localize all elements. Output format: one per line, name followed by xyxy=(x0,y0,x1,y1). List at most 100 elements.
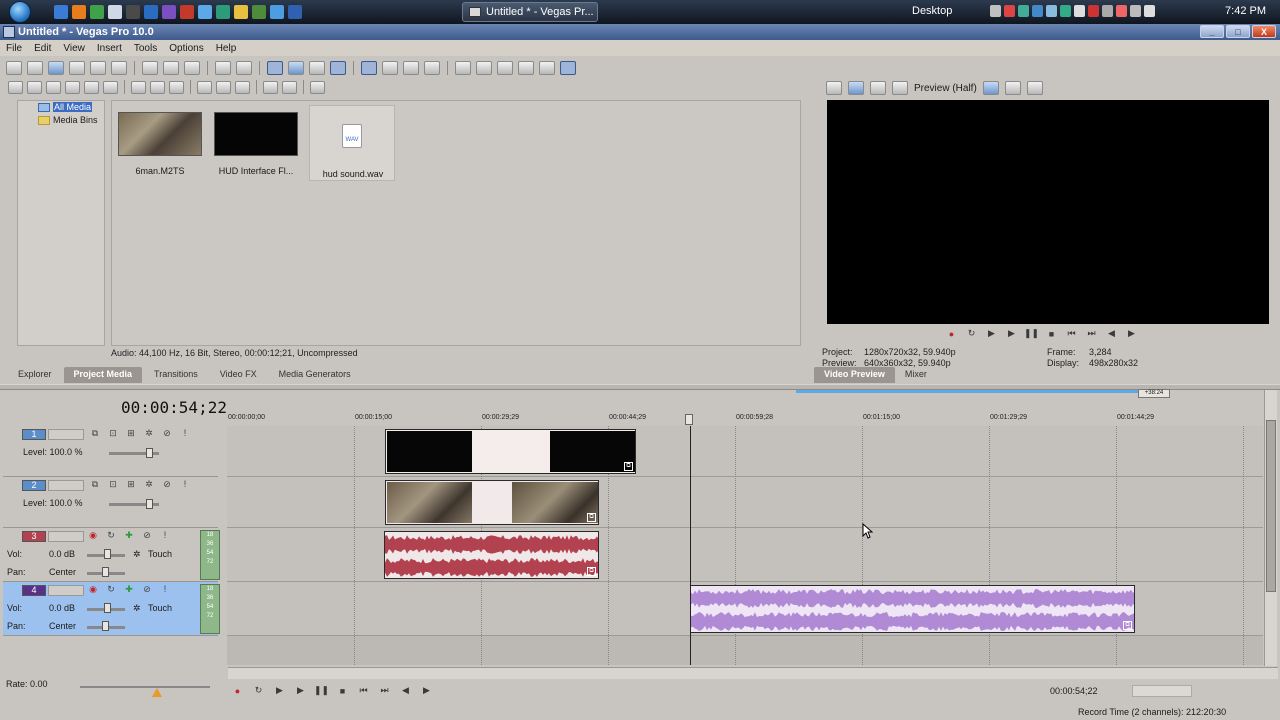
copy-icon[interactable] xyxy=(163,61,179,75)
record-icon[interactable]: ● xyxy=(231,684,244,697)
lock-envelopes-icon[interactable] xyxy=(403,61,419,75)
media-clip-6man[interactable]: 6man.M2TS xyxy=(118,112,202,176)
tray-icon[interactable] xyxy=(1018,5,1029,17)
play-from-start-icon[interactable]: ▶ xyxy=(273,684,286,697)
start-button[interactable] xyxy=(0,0,40,24)
tab-video-preview[interactable]: Video Preview xyxy=(814,367,895,383)
external-monitor-icon[interactable] xyxy=(848,81,864,95)
quicklaunch-icon[interactable] xyxy=(270,5,284,19)
quicklaunch-icon[interactable] xyxy=(216,5,230,19)
explorer-icon[interactable] xyxy=(497,61,513,75)
menu-tools[interactable]: Tools xyxy=(134,43,157,54)
quicklaunch-icon[interactable] xyxy=(234,5,248,19)
timeline-tracks-area[interactable]: ⧉ ⧉ ⧉ ⧉ xyxy=(227,426,1263,665)
volume-slider-knob[interactable] xyxy=(104,603,111,613)
search-icon[interactable] xyxy=(310,80,325,94)
track-header-video-1[interactable]: 1 ⧉ ⊡ ⊞ ✲ ⊘ ! Level: 100.0 % xyxy=(3,426,218,477)
composite-mode-icon[interactable]: ⧉ xyxy=(89,479,101,490)
stop-preview-icon[interactable] xyxy=(216,80,231,94)
automation-mode-dropdown[interactable]: Touch xyxy=(148,549,172,559)
settings-icon[interactable] xyxy=(455,61,471,75)
vegas-app-icon[interactable] xyxy=(3,26,15,38)
play-from-start-icon[interactable]: ▶ xyxy=(985,327,998,340)
record-icon[interactable]: ● xyxy=(945,327,958,340)
mute-icon[interactable]: ⊘ xyxy=(161,428,173,439)
rate-slider[interactable] xyxy=(80,686,210,688)
quicklaunch-icon[interactable] xyxy=(180,5,194,19)
track-name-field[interactable] xyxy=(48,531,84,542)
timeline-horizontal-scrollbar[interactable] xyxy=(228,667,1278,679)
arm-for-record-icon[interactable]: ◉ xyxy=(87,584,99,595)
automation-mode-dropdown[interactable]: Touch xyxy=(148,603,172,613)
plugin-manager-icon[interactable] xyxy=(476,61,492,75)
play-icon[interactable]: ▶ xyxy=(1005,327,1018,340)
tray-icon[interactable] xyxy=(1060,5,1071,17)
tray-icon[interactable] xyxy=(1046,5,1057,17)
invert-phase-icon[interactable]: ↻ xyxy=(105,530,117,541)
volume-slider-knob[interactable] xyxy=(104,549,111,559)
auto-preview-icon[interactable] xyxy=(235,80,250,94)
capture-video-icon[interactable] xyxy=(27,80,42,94)
render-as-icon[interactable] xyxy=(90,61,106,75)
quicklaunch-icon[interactable] xyxy=(108,5,122,19)
play-icon[interactable]: ▶ xyxy=(294,684,307,697)
solo-icon[interactable]: ! xyxy=(159,584,171,595)
preview-quality-dropdown[interactable]: Preview (Half) xyxy=(914,83,977,94)
menu-help[interactable]: Help xyxy=(216,43,237,54)
go-to-end-icon[interactable]: ⏭ xyxy=(1085,327,1098,340)
video-preview-properties-icon[interactable] xyxy=(826,81,842,95)
quicklaunch-icon[interactable] xyxy=(72,5,86,19)
invert-phase-icon[interactable]: ↻ xyxy=(105,584,117,595)
paste-icon[interactable] xyxy=(184,61,200,75)
loop-region-bar[interactable] xyxy=(796,390,1138,393)
tray-icon[interactable] xyxy=(1088,5,1099,17)
open-icon[interactable] xyxy=(27,61,43,75)
pause-icon[interactable]: ❚❚ xyxy=(1024,327,1039,340)
network-icon[interactable] xyxy=(1130,5,1141,17)
track-name-field[interactable] xyxy=(48,429,84,440)
tab-media-generators[interactable]: Media Generators xyxy=(269,367,361,383)
stop-icon[interactable]: ■ xyxy=(336,684,349,697)
stop-icon[interactable]: ■ xyxy=(1045,327,1058,340)
pan-slider-knob[interactable] xyxy=(102,621,109,631)
split-screen-icon[interactable] xyxy=(892,81,908,95)
desktop-toolbar-label[interactable]: Desktop xyxy=(912,5,952,17)
composite-mode-icon[interactable]: ⧉ xyxy=(89,428,101,439)
extract-audio-icon[interactable] xyxy=(65,80,80,94)
tree-item-media-bins[interactable]: Media Bins xyxy=(38,115,98,125)
track-lane-video-1[interactable] xyxy=(227,426,1263,477)
media-properties-icon[interactable] xyxy=(150,80,165,94)
properties-icon[interactable] xyxy=(111,61,127,75)
preview-fx-icon[interactable] xyxy=(870,81,886,95)
menu-view[interactable]: View xyxy=(63,43,85,54)
solo-icon[interactable]: ! xyxy=(179,428,191,439)
mute-icon[interactable]: ⊘ xyxy=(161,479,173,490)
track-fx-icon[interactable]: ✚ xyxy=(123,584,135,595)
event-fx-icon[interactable]: ⧉ xyxy=(624,462,633,471)
trimmer-icon[interactable] xyxy=(518,61,534,75)
quicklaunch-icon[interactable] xyxy=(144,5,158,19)
auto-ripple-icon[interactable] xyxy=(330,61,346,75)
envelope-tool-icon[interactable] xyxy=(288,61,304,75)
next-frame-icon[interactable]: ▶ xyxy=(420,684,433,697)
event-fx-icon[interactable]: ⧉ xyxy=(587,513,596,522)
previous-frame-icon[interactable]: ◀ xyxy=(399,684,412,697)
scrollbar-thumb[interactable] xyxy=(1266,420,1276,592)
quicklaunch-icon[interactable] xyxy=(198,5,212,19)
snapping-icon[interactable] xyxy=(361,61,377,75)
loop-playback-icon[interactable]: ↻ xyxy=(252,684,265,697)
tab-mixer[interactable]: Mixer xyxy=(895,367,937,383)
pause-icon[interactable]: ❚❚ xyxy=(314,684,329,697)
media-fx-icon[interactable] xyxy=(169,80,184,94)
track-motion-icon[interactable]: ⊡ xyxy=(107,479,119,490)
previous-frame-icon[interactable]: ◀ xyxy=(1105,327,1118,340)
save-as-icon[interactable] xyxy=(69,61,85,75)
tray-icon[interactable] xyxy=(1074,5,1085,17)
tray-icon[interactable] xyxy=(990,5,1001,17)
copy-snapshot-icon[interactable] xyxy=(1004,81,1021,95)
text-icon[interactable] xyxy=(539,61,555,75)
quicklaunch-icon[interactable] xyxy=(252,5,266,19)
go-to-start-icon[interactable]: ⏮ xyxy=(1065,327,1078,340)
track-name-field[interactable] xyxy=(48,585,84,596)
track-lane-audio-3[interactable] xyxy=(227,528,1263,582)
